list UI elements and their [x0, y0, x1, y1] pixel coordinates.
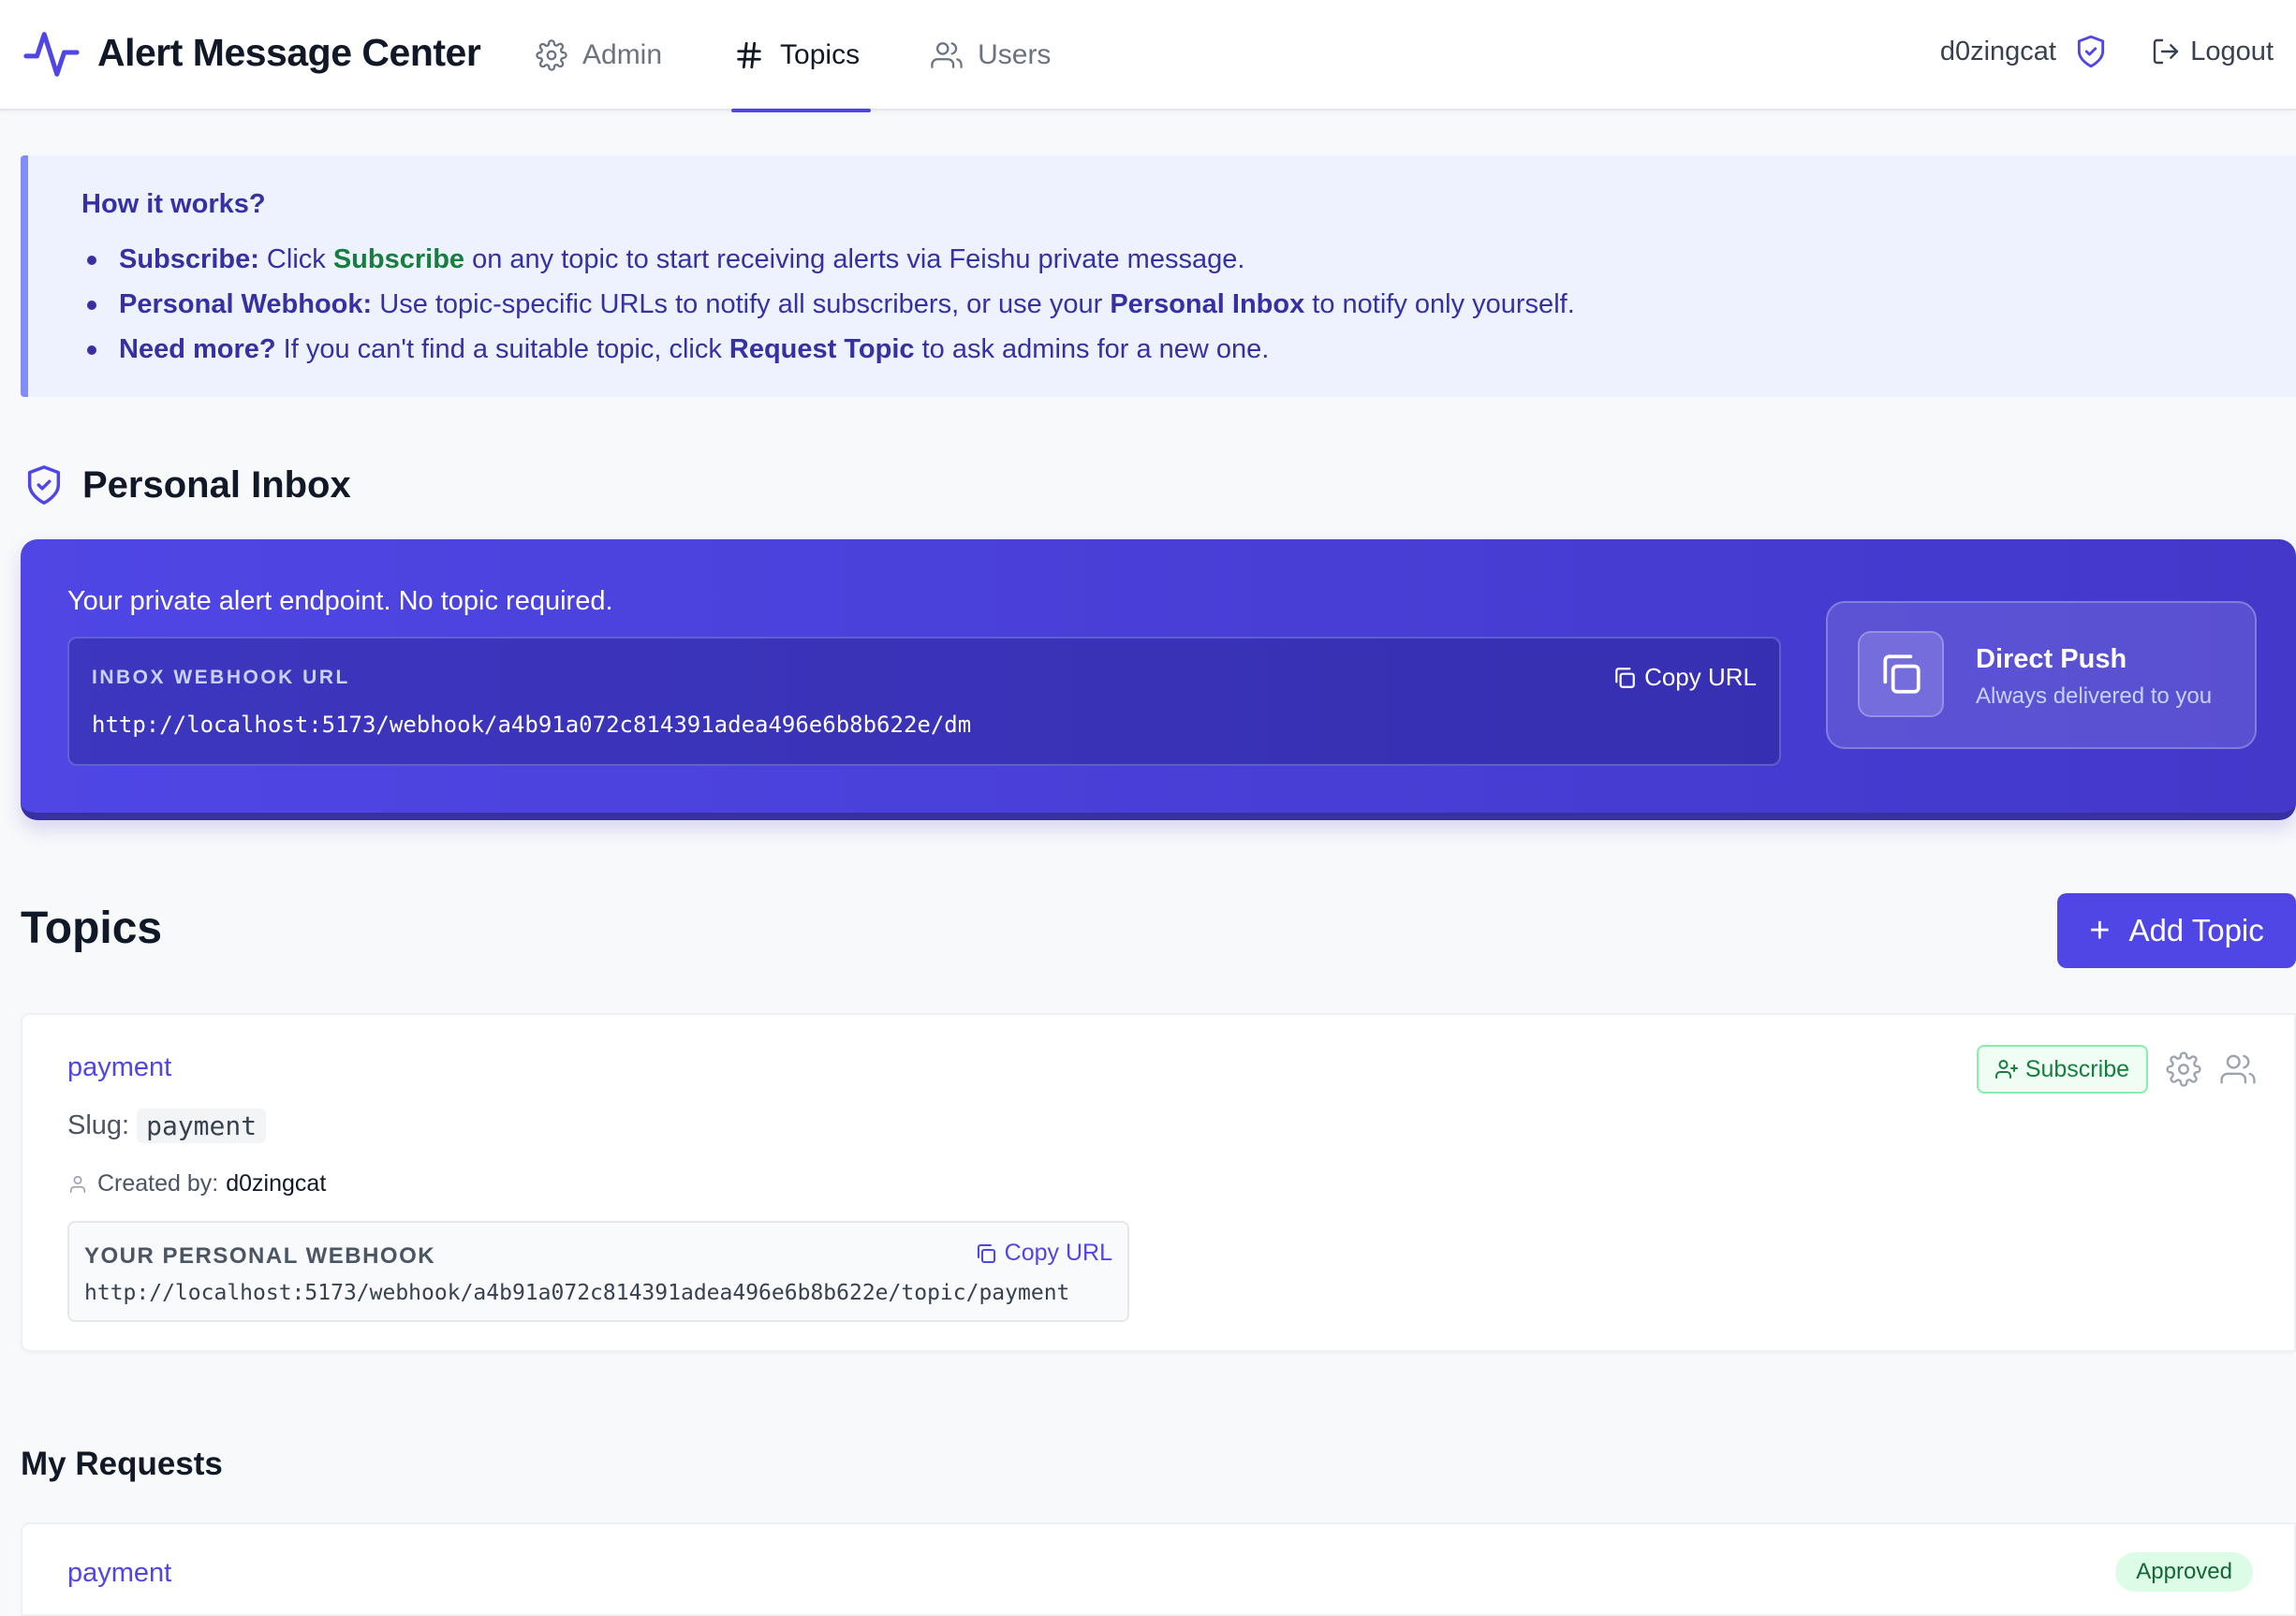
info-lead: Need more? — [119, 334, 276, 364]
users-icon — [931, 42, 963, 68]
my-requests-heading: My Requests — [21, 1446, 223, 1482]
users-icon — [2220, 1054, 2256, 1084]
add-topic-button[interactable]: + Add Topic — [2057, 893, 2296, 968]
topic-slug-row: Slug: payment — [67, 1109, 267, 1143]
nav-users[interactable]: Users — [920, 0, 1062, 110]
app-title: Alert Message Center — [97, 30, 481, 74]
info-lead: Subscribe: — [119, 244, 259, 274]
topic-actions: Subscribe — [1976, 1045, 2257, 1094]
request-card: payment Approved — [21, 1522, 2296, 1616]
direct-push-card: Direct Push Always delivered to you — [1826, 601, 2257, 749]
copy-icon-tile — [1858, 631, 1944, 717]
info-item-request: Need more? If you can't find a suitable … — [81, 327, 2296, 372]
user-icon — [69, 1175, 86, 1193]
info-text: Use topic-specific URLs to notify all su… — [372, 289, 1111, 319]
plus-icon: + — [2089, 910, 2111, 950]
info-item-subscribe: Subscribe: Click Subscribe on any topic … — [81, 237, 2296, 282]
topic-settings-button[interactable] — [2165, 1050, 2202, 1088]
nav-admin[interactable]: Admin — [524, 0, 673, 110]
logout-icon — [2154, 38, 2179, 65]
info-lead: Personal Webhook: — [119, 289, 373, 319]
copy-url-label: Copy URL — [1004, 1240, 1112, 1266]
direct-push-subtitle: Always delivered to you — [1976, 683, 2213, 709]
logout-button[interactable]: Logout — [2151, 0, 2274, 103]
topic-card: payment Slug: payment Created by: d0zing… — [21, 1013, 2296, 1352]
info-text: to notify only yourself. — [1304, 289, 1575, 319]
gear-icon — [2166, 1051, 2201, 1087]
topic-name-link[interactable]: payment — [67, 1052, 171, 1083]
user-plus-icon — [1994, 1060, 2018, 1079]
personal-webhook-url[interactable]: http://localhost:5173/webhook/a4b91a072c… — [84, 1281, 1069, 1305]
status-badge: Approved — [2115, 1552, 2253, 1592]
created-by-user: d0zingcat — [226, 1170, 327, 1197]
inbox-webhook-box: INBOX WEBHOOK URL http://localhost:5173/… — [67, 637, 1781, 766]
shield-check-icon — [2077, 35, 2105, 68]
main-nav: Admin Topics Users — [524, 0, 1111, 112]
personal-webhook-label: YOUR PERSONAL WEBHOOK — [84, 1243, 436, 1269]
topic-creator-row: Created by: d0zingcat — [67, 1170, 326, 1197]
top-navbar: Alert Message Center Admin Topics Users — [0, 0, 2296, 112]
personal-inbox-heading: Personal Inbox — [22, 457, 351, 513]
brand[interactable]: Alert Message Center — [22, 22, 481, 82]
nav-users-label: Users — [978, 39, 1052, 70]
request-topic-link[interactable]: payment — [67, 1558, 171, 1589]
hash-icon — [737, 41, 761, 69]
info-emph: Request Topic — [729, 334, 915, 364]
info-emph: Subscribe — [332, 244, 465, 274]
info-emph: Personal Inbox — [1110, 289, 1305, 319]
info-list: Subscribe: Click Subscribe on any topic … — [81, 237, 2296, 372]
copy-topic-url-button[interactable]: Copy URL — [975, 1240, 1112, 1267]
created-by-label: Created by: — [97, 1170, 219, 1197]
direct-push-title: Direct Push — [1976, 644, 2127, 674]
logout-label: Logout — [2190, 36, 2274, 66]
copy-inbox-url-button[interactable]: Copy URL — [1612, 663, 1757, 692]
copy-icon — [1615, 667, 1635, 688]
nav-topics-label: Topics — [780, 39, 861, 70]
info-text: Click — [258, 244, 333, 274]
inbox-webhook-url[interactable]: http://localhost:5173/webhook/a4b91a072c… — [92, 712, 971, 738]
info-text: to ask admins for a new one. — [914, 334, 1270, 364]
inbox-description: Your private alert endpoint. No topic re… — [67, 586, 613, 616]
subscribe-label: Subscribe — [2024, 1055, 2129, 1082]
copy-icon — [1883, 654, 1921, 694]
personal-webhook-box: YOUR PERSONAL WEBHOOK http://localhost:5… — [67, 1221, 1129, 1322]
username: d0zingcat — [1939, 36, 2056, 66]
subscribe-button[interactable]: Subscribe — [1976, 1045, 2148, 1094]
info-title: How it works? — [81, 189, 266, 219]
nav-topics[interactable]: Topics — [722, 0, 872, 112]
info-text: on any topic to start receiving alerts v… — [464, 244, 1245, 274]
shield-check-icon — [27, 465, 61, 505]
add-topic-label: Add Topic — [2128, 913, 2264, 948]
topics-heading: Topics — [21, 903, 163, 953]
how-it-works-banner: How it works? Subscribe: Click Subscribe… — [21, 155, 2296, 397]
gear-icon — [536, 39, 567, 71]
personal-inbox-card: Your private alert endpoint. No topic re… — [21, 539, 2296, 820]
nav-admin-label: Admin — [582, 39, 663, 70]
info-text: If you can't find a suitable topic, clic… — [275, 334, 729, 364]
personal-inbox-title: Personal Inbox — [82, 463, 351, 506]
topic-slug: payment — [137, 1109, 267, 1143]
topic-subscribers-button[interactable] — [2219, 1050, 2257, 1088]
copy-icon — [977, 1243, 995, 1263]
activity-logo-icon — [23, 32, 80, 77]
inbox-url-label: INBOX WEBHOOK URL — [92, 667, 350, 688]
slug-label: Slug: — [67, 1110, 130, 1140]
current-user: d0zingcat — [1940, 0, 2109, 103]
info-item-webhook: Personal Webhook: Use topic-specific URL… — [81, 282, 2296, 327]
copy-url-label: Copy URL — [1644, 663, 1757, 691]
